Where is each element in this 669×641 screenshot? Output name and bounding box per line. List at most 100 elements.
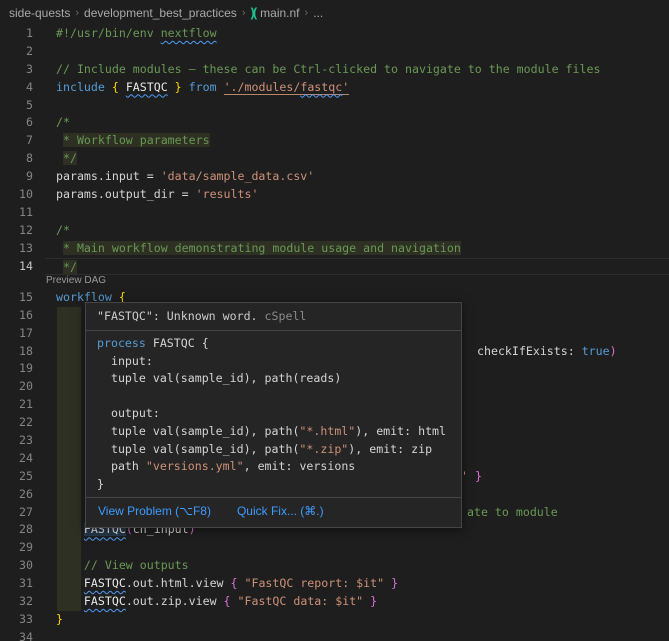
code-line[interactable]: 34 [0,629,669,641]
breadcrumb-item-file[interactable]: main.nf [260,6,299,20]
code-line[interactable]: 2 [0,43,669,61]
code-line[interactable]: 3// Include modules — these can be Ctrl-… [0,61,669,79]
hover-code-line: tuple val(sample_id), path(reads) [97,370,450,388]
line-number[interactable]: 20 [0,378,33,396]
line-number[interactable]: 4 [0,79,33,97]
code-line[interactable]: 7 * Workflow parameters [0,132,669,150]
line-number[interactable]: 23 [0,432,33,450]
line-number[interactable]: 17 [0,325,33,343]
diagnostic-text: "FASTQC": Unknown word. [97,309,265,323]
code-line[interactable]: 32 FASTQC.out.zip.view { "FastQC data: $… [0,593,669,611]
breadcrumb-item-symbol[interactable]: ... [313,6,323,20]
line-number[interactable]: 7 [0,132,33,150]
line-number[interactable]: 24 [0,450,33,468]
line-number[interactable]: 26 [0,486,33,504]
line-number[interactable]: 27 [0,504,33,522]
code-line[interactable]: 9 params.input = 'data/sample_data.csv' [0,168,669,186]
code-line[interactable]: 8 */ [0,150,669,168]
module-link[interactable]: ' [342,80,349,95]
hover-code-line: output: [97,405,450,423]
line-number[interactable]: 28 [0,521,33,539]
editor[interactable]: 1#!/usr/bin/env nextflow23// Include mod… [0,25,669,641]
code-line[interactable]: 4include { FASTQC } from './modules/fast… [0,79,669,97]
breadcrumb-item-folder[interactable]: side-quests [9,6,70,20]
codelens-preview-dag[interactable]: Preview DAG [46,275,106,288]
code-token: } [475,469,482,483]
line-number[interactable]: 19 [0,360,33,378]
code-line[interactable]: 31 FASTQC.out.html.view { "FastQC report… [0,575,669,593]
line-number[interactable]: 30 [0,557,33,575]
line-number[interactable]: 25 [0,468,33,486]
line-number[interactable]: 2 [0,43,33,61]
line-number[interactable]: 21 [0,396,33,414]
code-line-content: * Main workflow demonstrating module usa… [45,240,669,258]
line-number[interactable]: 6 [0,114,33,132]
line-number[interactable]: 33 [0,611,33,629]
line-number[interactable]: 3 [0,61,33,79]
code-line[interactable]: 13 * Main workflow demonstrating module … [0,240,669,258]
line-number[interactable]: 1 [0,25,33,43]
code-token: } [97,477,104,491]
code-line[interactable]: 29 [0,539,669,557]
code-token [56,151,63,165]
line-number[interactable]: 10 [0,186,33,204]
code-token: params.input = [56,169,161,183]
line-number[interactable]: 15 [0,289,33,307]
code-token: ' [461,469,475,483]
code-line[interactable]: 11 [0,204,669,222]
code-token: FASTQC { [153,336,209,350]
line-number[interactable]: 8 [0,150,33,168]
code-line-content [45,43,669,61]
chevron-right-icon: › [305,7,309,19]
code-line[interactable]: 12/* [0,222,669,240]
code-token: */ [63,260,77,274]
code-token: } [168,80,182,94]
code-token: process [97,336,153,350]
line-number[interactable]: 13 [0,240,33,258]
hover-code-line: } [97,476,450,494]
line-number[interactable]: 9 [0,168,33,186]
code-token: 'results' [196,187,259,201]
code-line[interactable]: 10 params.output_dir = 'results' [0,186,669,204]
code-token: FASTQC [126,80,168,94]
line-number[interactable]: 14 [0,258,33,276]
code-line-content: params.output_dir = 'results' [45,186,669,204]
line-number[interactable]: 12 [0,222,33,240]
code-line[interactable]: 33} [0,611,669,629]
chevron-right-icon: › [75,7,79,19]
breadcrumb-item-subfolder[interactable]: development_best_practices [84,6,237,20]
code-line[interactable]: 14 */ [0,258,669,276]
code-line-content: params.input = 'data/sample_data.csv' [45,168,669,186]
code-line-content: * Workflow parameters [45,132,669,150]
code-token: ate to module [467,505,558,519]
code-token: true [582,344,610,358]
code-line[interactable]: 5 [0,97,669,115]
code-line-content [45,204,669,222]
line-number[interactable]: 32 [0,593,33,611]
line-number[interactable]: 29 [0,539,33,557]
code-token: , emit: versions [244,459,356,473]
code-token: "*.html" [299,424,355,438]
code-line[interactable]: 30 // View outputs [0,557,669,575]
module-link[interactable]: './modules/ [224,80,301,95]
line-number[interactable]: 16 [0,307,33,325]
line-number[interactable]: 22 [0,414,33,432]
code-fragment: ' } [461,468,482,486]
code-line[interactable]: 1#!/usr/bin/env nextflow [0,25,669,43]
line-number[interactable]: 31 [0,575,33,593]
code-token: #!/usr/bin/env [56,26,161,40]
code-token: { [224,594,238,608]
code-token: } [363,594,377,608]
code-line[interactable]: 6/* [0,114,669,132]
line-number[interactable]: 18 [0,343,33,361]
code-token: .out.zip.view [126,594,224,608]
hover-code-preview: process FASTQC { input: tuple val(sample… [86,331,461,497]
line-number[interactable]: 34 [0,629,33,641]
view-problem-action[interactable]: View Problem (⌥F8) [98,504,211,521]
module-link[interactable]: fastqc [300,80,342,95]
quick-fix-action[interactable]: Quick Fix... (⌘.) [237,504,324,521]
hover-code-line [97,388,450,406]
line-number[interactable]: 11 [0,204,33,222]
code-token: "FastQC report: $it" [244,576,384,590]
line-number[interactable]: 5 [0,97,33,115]
